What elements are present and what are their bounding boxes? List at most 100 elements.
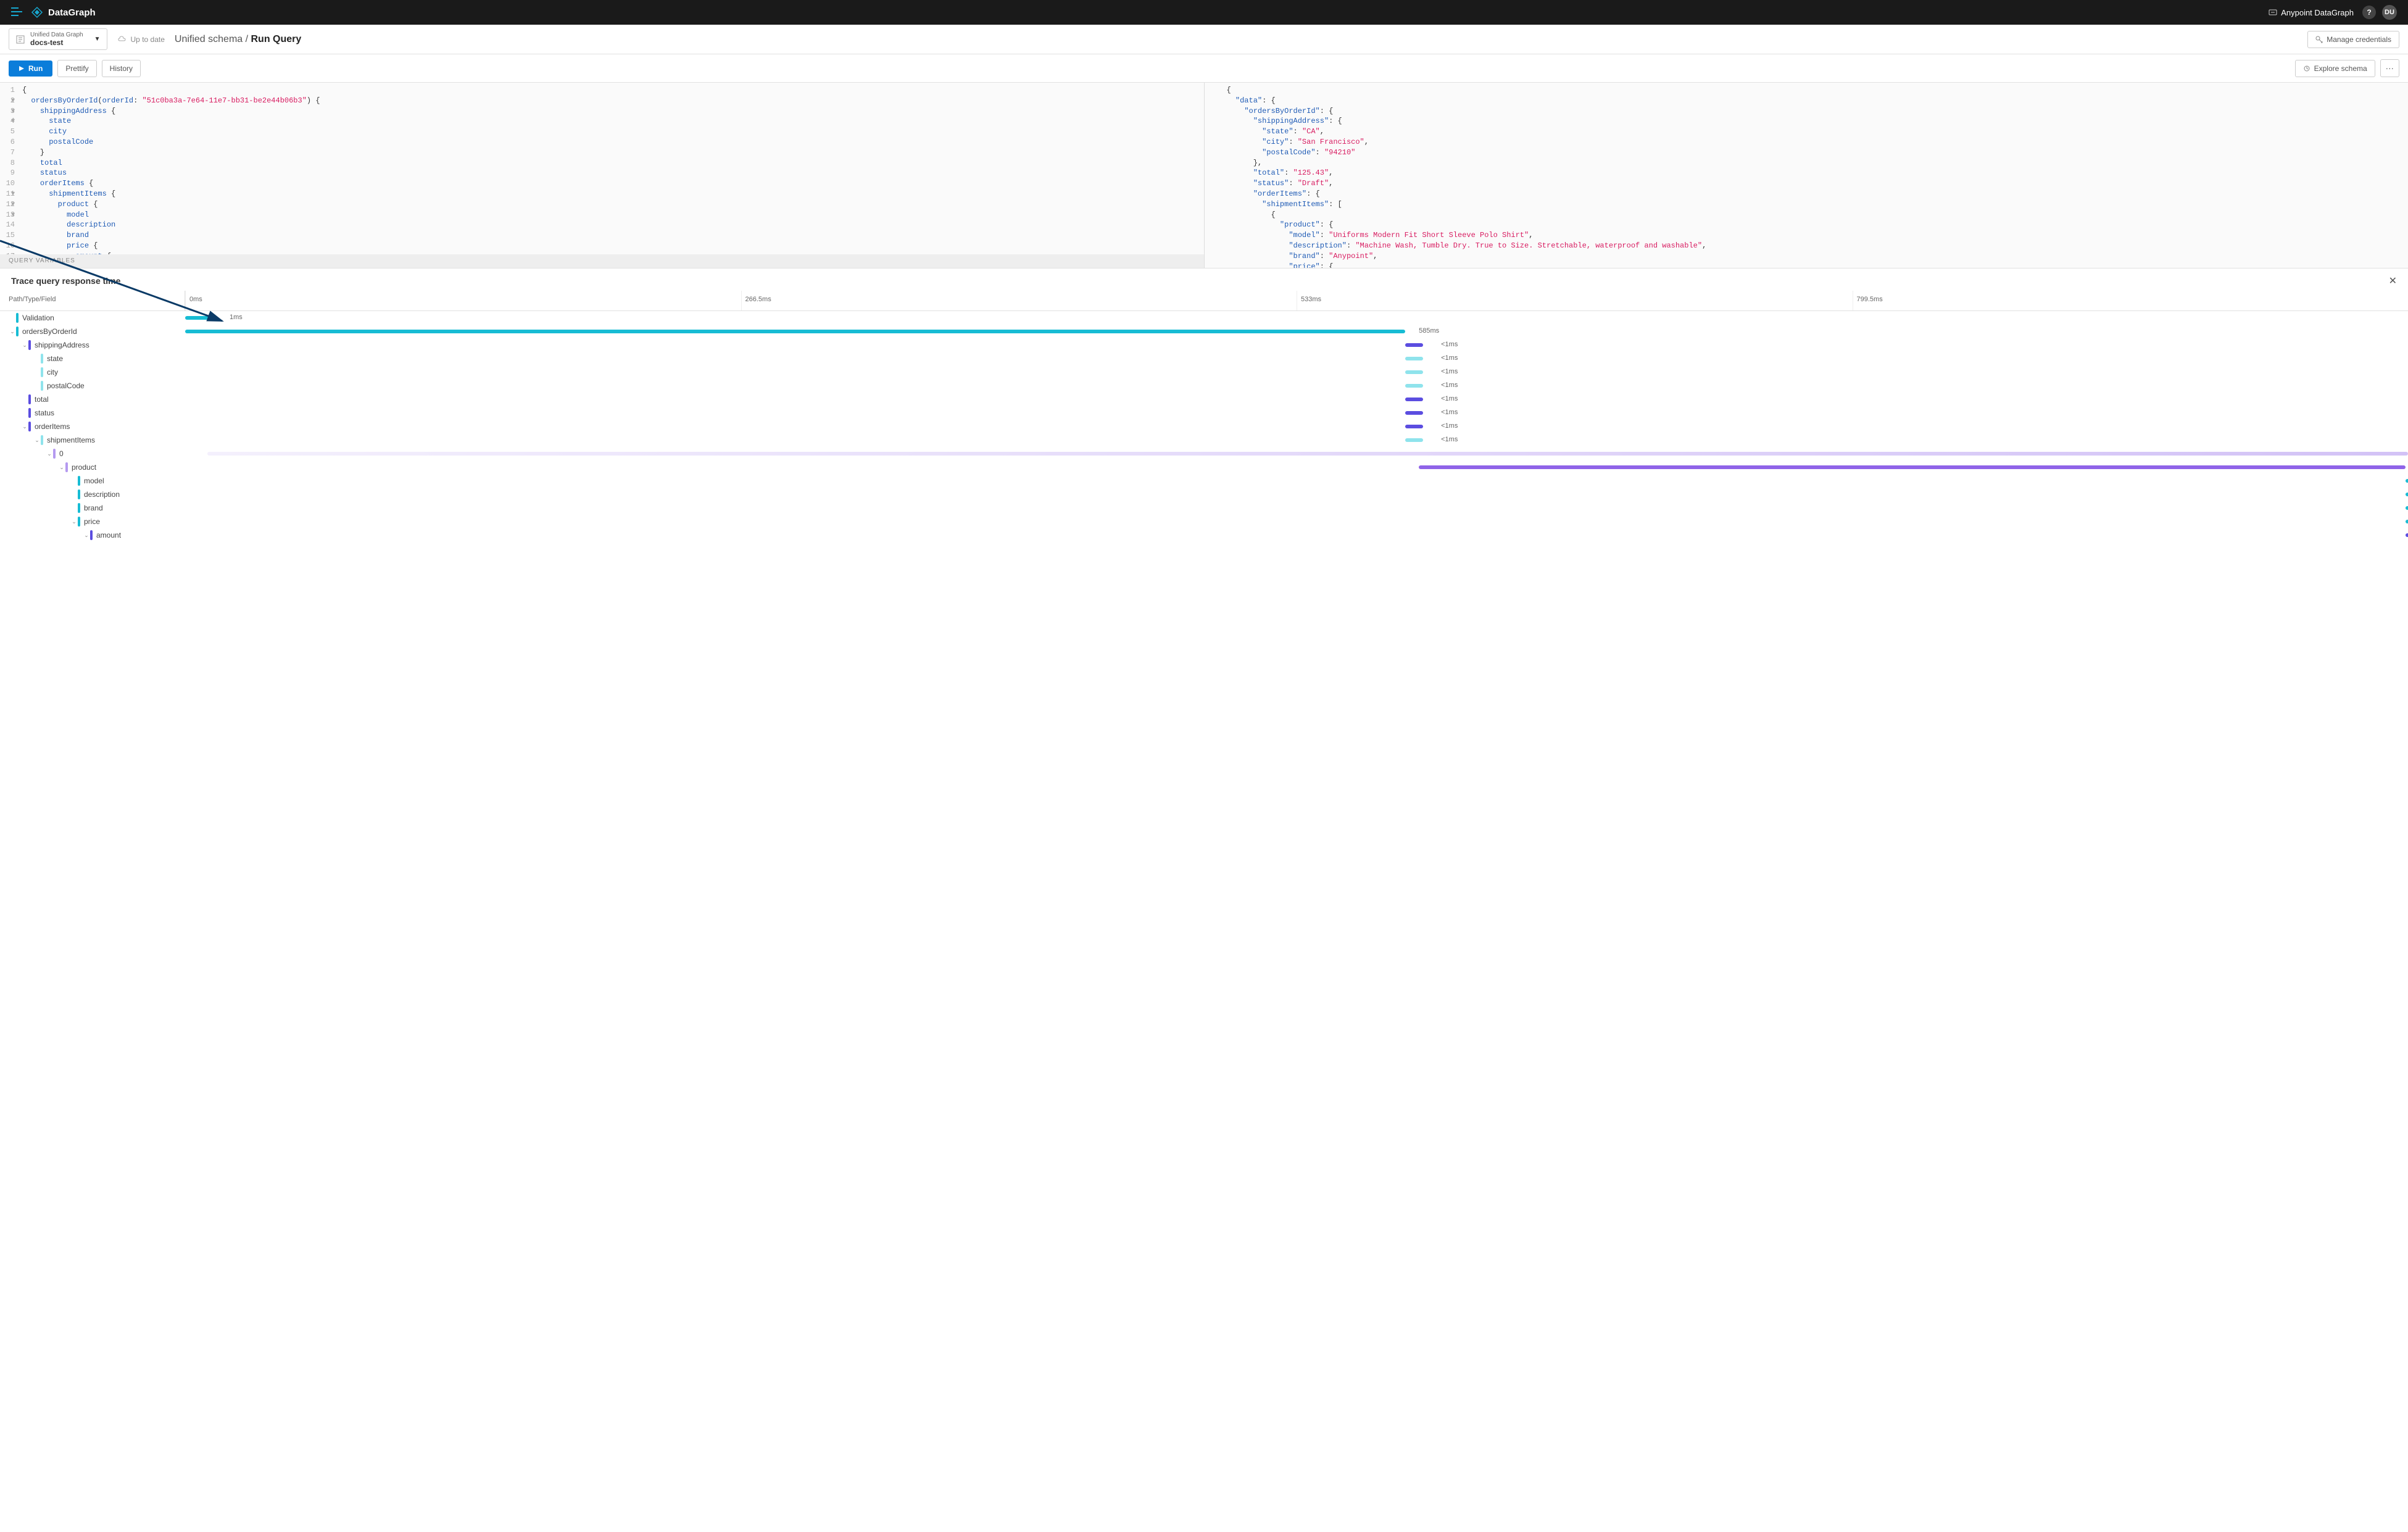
trace-row-label: amount [96,531,121,539]
trace-row-label: status [35,409,54,417]
query-editor[interactable]: 1 ▾2 ▾3 ▾45678910 ▾11 ▾12 ▾13141516 ▾17 … [0,83,1205,268]
query-variables-header[interactable]: QUERY VARIABLES [0,254,1204,268]
trace-bar [2406,479,2408,483]
trace-row: ⌄ ordersByOrderId 585ms [0,325,2408,338]
help-icon[interactable]: ? [2362,6,2376,19]
trace-title: Trace query response time [11,276,120,286]
trace-row: total <1ms [0,393,2408,406]
avatar[interactable]: DU [2382,5,2397,20]
trace-row-label: ordersByOrderId [22,327,77,336]
trace-row-label: state [47,354,63,363]
trace-duration-label: 585ms [1419,327,1439,335]
trace-bar [1405,384,1423,388]
breadcrumb-current: Run Query [251,34,302,44]
menu-icon[interactable] [11,6,22,19]
trace-marker [65,462,68,472]
logo-icon [31,6,43,19]
trace-marker [41,367,43,377]
trace-row-label: total [35,395,49,404]
trace-row-label: model [84,477,104,485]
trace-duration-label: <1ms [1441,422,1458,430]
toolbar: Run Prettify History Explore schema ··· [0,54,2408,83]
trace-tick: 266.5ms [741,291,775,310]
product-link[interactable]: Anypoint DataGraph [2269,8,2354,17]
trace-row-label: brand [84,504,103,512]
trace-tick: 0ms [185,291,206,310]
trace-marker [78,503,80,513]
toggle-icon[interactable]: ⌄ [9,328,16,335]
trace-row: ⌄shipmentItems<1ms [0,433,2408,447]
trace-row: description<1ms [0,488,2408,501]
trace-duration-label: <1ms [1441,354,1458,362]
trace-duration-label: <1ms [1441,341,1458,348]
toggle-icon[interactable]: ⌄ [70,518,78,525]
explore-schema-label: Explore schema [2314,64,2367,73]
trace-row: ⌄price<1ms [0,515,2408,528]
project-type-label: Unified Data Graph [30,31,83,38]
trace-row: Validation1ms [0,311,2408,325]
trace-bar [207,452,2408,456]
trace-row-label: Validation [22,314,54,322]
toggle-icon[interactable]: ⌄ [21,342,28,349]
trace-bar [2406,520,2408,523]
trace-bar [1419,465,2406,469]
toggle-icon[interactable]: ⌄ [46,451,53,457]
more-button[interactable]: ··· [2380,59,2399,77]
trace-row-label: orderItems [35,422,70,431]
trace-row: ⌄ orderItems <1ms [0,420,2408,433]
trace-marker [28,394,31,404]
run-button[interactable]: Run [9,60,52,77]
brand-label: DataGraph [48,7,96,18]
trace-row: ⌄shippingAddress<1ms [0,338,2408,352]
trace-row: ⌄amount<1ms [0,528,2408,542]
trace-row: postalCode<1ms [0,379,2408,393]
trace-row: brand<1ms [0,501,2408,515]
trace-marker [16,327,19,336]
trace-duration-label: <1ms [1441,395,1458,402]
toggle-icon[interactable]: ⌄ [83,532,90,539]
trace-bar [1405,370,1423,374]
sync-status-label: Up to date [131,35,165,44]
trace-bar [1405,411,1423,415]
trace-marker [28,408,31,418]
close-icon[interactable]: ✕ [2389,275,2397,287]
project-selector[interactable]: Unified Data Graph docs-test ▼ [9,28,107,50]
trace-row-label: shipmentItems [47,436,95,444]
trace-row: ⌄product473ms [0,460,2408,474]
trace-tick: 533ms [1297,291,1325,310]
explore-schema-button[interactable]: Explore schema [2295,60,2375,77]
trace-bar [1405,398,1423,401]
trace-row: status <1ms [0,406,2408,420]
trace-marker [28,422,31,431]
toggle-icon[interactable]: ⌄ [33,437,41,444]
history-button[interactable]: History [102,60,141,77]
project-name-label: docs-test [30,38,83,47]
trace-bar [185,330,1405,333]
trace-duration-label: <1ms [1441,409,1458,416]
trace-row: city <1ms [0,365,2408,379]
trace-marker [41,381,43,391]
trace-marker [90,530,93,540]
trace-row: model<1ms [0,474,2408,488]
trace-marker [16,313,19,323]
trace-marker [78,489,80,499]
result-viewer[interactable]: { "data": { "ordersByOrderId": { "shippi… [1205,83,2408,268]
topbar: DataGraph Anypoint DataGraph ? DU [0,0,2408,25]
trace-marker [41,354,43,364]
trace-bar [1405,425,1423,428]
trace-marker [53,449,56,459]
toggle-icon[interactable]: ⌄ [21,423,28,430]
sync-status: Up to date [117,35,165,44]
toggle-icon[interactable]: ⌄ [58,464,65,471]
prettify-button[interactable]: Prettify [57,60,96,77]
trace-marker [78,517,80,527]
trace-row-label: city [47,368,58,377]
trace-bar [2406,506,2408,510]
trace-bar [1405,343,1423,347]
chevron-down-icon: ▼ [94,36,101,43]
run-button-label: Run [28,64,43,73]
manage-credentials-button[interactable]: Manage credentials [2307,31,2399,48]
trace-row-label: price [84,517,100,526]
trace-tick: 799.5ms [1853,291,1887,310]
trace-duration-label: <1ms [1441,368,1458,375]
